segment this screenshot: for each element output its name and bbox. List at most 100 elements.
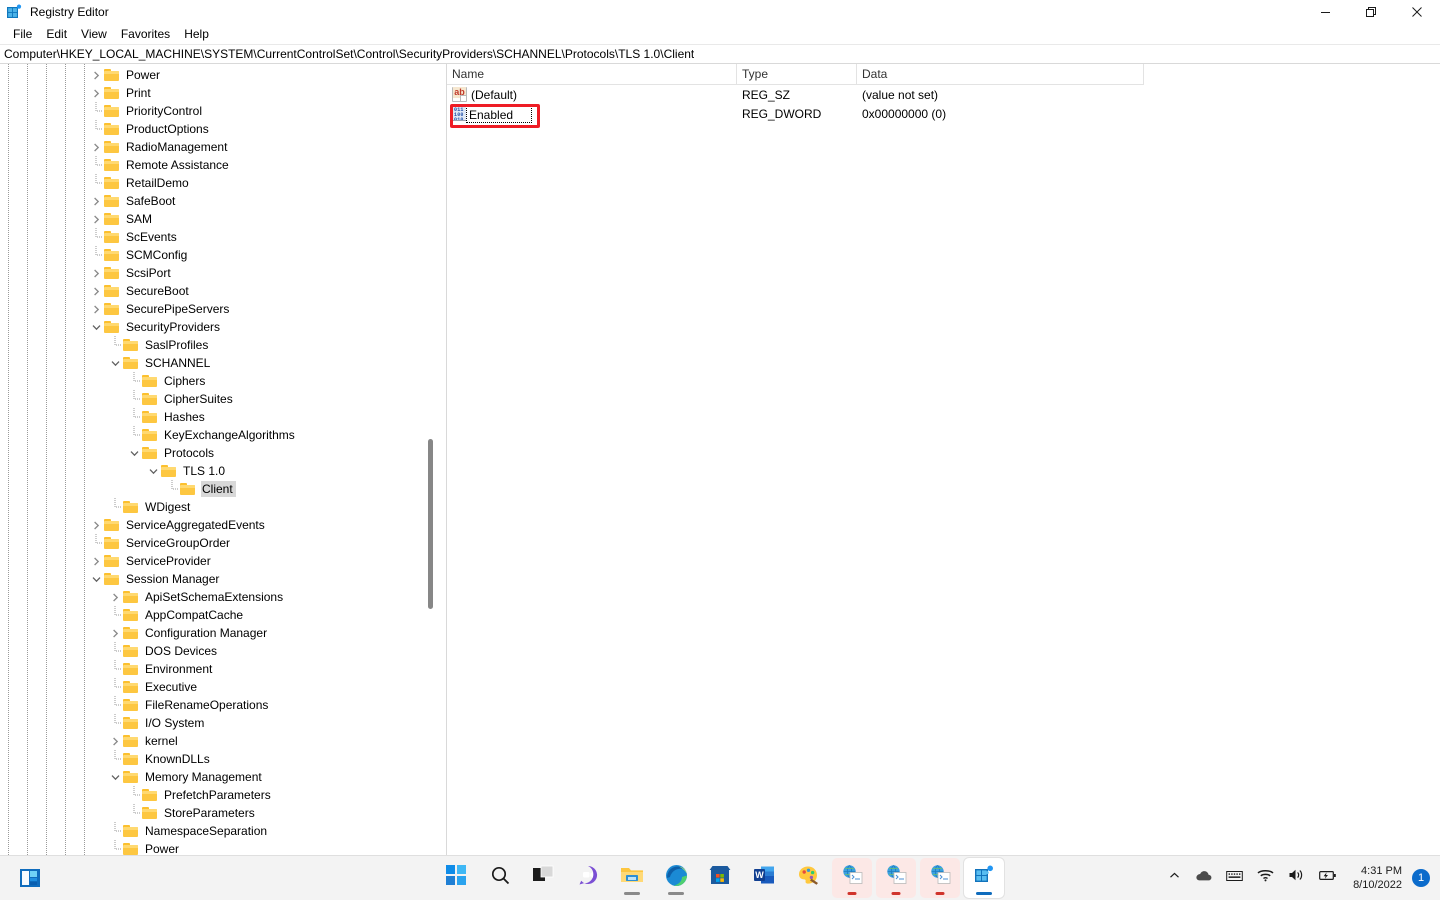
- chevron-down-icon[interactable]: [88, 318, 104, 336]
- chevron-right-icon[interactable]: [107, 624, 123, 642]
- value-name-cell[interactable]: 011 100 010 Enabled: [447, 106, 737, 123]
- close-button[interactable]: [1394, 0, 1440, 24]
- tree-item-configuration-manager[interactable]: Configuration Manager: [0, 624, 430, 642]
- file-explorer-button[interactable]: [612, 858, 652, 898]
- tree-item-dos-devices[interactable]: DOS Devices: [0, 642, 430, 660]
- restore-button[interactable]: [1348, 0, 1394, 24]
- onedrive-button[interactable]: [1188, 860, 1219, 896]
- tree-item-i-o-system[interactable]: I/O System: [0, 714, 430, 732]
- tree-item-tls-1-0[interactable]: TLS 1.0: [0, 462, 430, 480]
- clock[interactable]: 4:31 PM 8/10/2022: [1345, 860, 1410, 896]
- chevron-right-icon[interactable]: [88, 84, 104, 102]
- tree-item-secureboot[interactable]: SecureBoot: [0, 282, 430, 300]
- tree-item-remote-assistance[interactable]: Remote Assistance: [0, 156, 430, 174]
- tree-item-apisetschemaextensions[interactable]: ApiSetSchemaExtensions: [0, 588, 430, 606]
- value-row[interactable]: 011 100 010 Enabled REG_DWORD 0x00000000 (0): [447, 104, 1440, 123]
- tree-item-knowndlls[interactable]: KnownDLLs: [0, 750, 430, 768]
- chevron-right-icon[interactable]: [88, 516, 104, 534]
- start-button[interactable]: [436, 858, 476, 898]
- tree-item-filerenameoperations[interactable]: FileRenameOperations: [0, 696, 430, 714]
- ime-keyboard-button[interactable]: [1219, 860, 1250, 896]
- tree-item-radiomanagement[interactable]: RadioManagement: [0, 138, 430, 156]
- tree-item-appcompatcache[interactable]: AppCompatCache: [0, 606, 430, 624]
- tree-item-serviceaggregatedevents[interactable]: ServiceAggregatedEvents: [0, 516, 430, 534]
- tree-item-safeboot[interactable]: SafeBoot: [0, 192, 430, 210]
- tree-item-keyexchangealgorithms[interactable]: KeyExchangeAlgorithms: [0, 426, 430, 444]
- chevron-down-icon[interactable]: [126, 444, 142, 462]
- tree-item-retaildemo[interactable]: RetailDemo: [0, 174, 430, 192]
- chevron-right-icon[interactable]: [107, 732, 123, 750]
- wifi-button[interactable]: [1250, 860, 1281, 896]
- tree-item-prioritycontrol[interactable]: PriorityControl: [0, 102, 430, 120]
- tree-item-session-manager[interactable]: Session Manager: [0, 570, 430, 588]
- chevron-right-icon[interactable]: [88, 138, 104, 156]
- show-hidden-icons-button[interactable]: [1161, 860, 1188, 896]
- tree-item-print[interactable]: Print: [0, 84, 430, 102]
- tree-item-prefetchparameters[interactable]: PrefetchParameters: [0, 786, 430, 804]
- tree-item-namespaceseparation[interactable]: NamespaceSeparation: [0, 822, 430, 840]
- tree-item-scsiport[interactable]: ScsiPort: [0, 264, 430, 282]
- tree-item-scevents[interactable]: ScEvents: [0, 228, 430, 246]
- value-name-rename-input[interactable]: Enabled: [466, 106, 532, 123]
- registry-editor-button[interactable]: [964, 857, 1004, 898]
- edge-button[interactable]: [656, 858, 696, 898]
- tree-item-power[interactable]: Power: [0, 66, 430, 84]
- tree-item-securepipeservers[interactable]: SecurePipeServers: [0, 300, 430, 318]
- chevron-right-icon[interactable]: [88, 552, 104, 570]
- menu-file[interactable]: File: [6, 25, 39, 43]
- chevron-right-icon[interactable]: [88, 300, 104, 318]
- tree-item-hashes[interactable]: Hashes: [0, 408, 430, 426]
- notification-badge[interactable]: 1: [1412, 868, 1430, 887]
- tree-item-wdigest[interactable]: WDigest: [0, 498, 430, 516]
- tree-item-ciphers[interactable]: Ciphers: [0, 372, 430, 390]
- tree-item-sam[interactable]: SAM: [0, 210, 430, 228]
- chevron-right-icon[interactable]: [88, 282, 104, 300]
- tree-item-schannel[interactable]: SCHANNEL: [0, 354, 430, 372]
- value-name-cell[interactable]: (Default): [447, 87, 737, 102]
- tree-item-saslprofiles[interactable]: SaslProfiles: [0, 336, 430, 354]
- chevron-down-icon[interactable]: [107, 354, 123, 372]
- registry-path[interactable]: Computer\HKEY_LOCAL_MACHINE\SYSTEM\Curre…: [4, 47, 694, 61]
- chevron-right-icon[interactable]: [88, 264, 104, 282]
- chevron-down-icon[interactable]: [107, 768, 123, 786]
- menu-favorites[interactable]: Favorites: [114, 25, 177, 43]
- tree-item-storeparameters[interactable]: StoreParameters: [0, 804, 430, 822]
- menu-edit[interactable]: Edit: [39, 25, 74, 43]
- battery-button[interactable]: [1312, 860, 1345, 896]
- chat-button[interactable]: [568, 858, 608, 898]
- volume-button[interactable]: [1281, 860, 1312, 896]
- chevron-right-icon[interactable]: [88, 210, 104, 228]
- menu-view[interactable]: View: [74, 25, 114, 43]
- tree-vertical-scrollbar[interactable]: [422, 64, 438, 855]
- tree-item-ciphersuites[interactable]: CipherSuites: [0, 390, 430, 408]
- tree-item-memory-management[interactable]: Memory Management: [0, 768, 430, 786]
- html-doc-button-3[interactable]: [920, 857, 960, 898]
- menu-help[interactable]: Help: [177, 25, 216, 43]
- minimize-button[interactable]: [1302, 0, 1348, 24]
- chevron-right-icon[interactable]: [107, 588, 123, 606]
- tree-item-kernel[interactable]: kernel: [0, 732, 430, 750]
- tree-scrollbar-thumb[interactable]: [428, 439, 433, 609]
- tree-item-productoptions[interactable]: ProductOptions: [0, 120, 430, 138]
- chevron-down-icon[interactable]: [88, 570, 104, 588]
- html-doc-button-2[interactable]: [876, 857, 916, 898]
- chevron-down-icon[interactable]: [145, 462, 161, 480]
- tree-item-servicegrouporder[interactable]: ServiceGroupOrder: [0, 534, 430, 552]
- tree-item-scmconfig[interactable]: SCMConfig: [0, 246, 430, 264]
- html-doc-button-1[interactable]: [832, 857, 872, 898]
- tree-item-environment[interactable]: Environment: [0, 660, 430, 678]
- paint-button[interactable]: [788, 858, 828, 898]
- column-header-type[interactable]: Type: [737, 64, 857, 84]
- column-header-data[interactable]: Data: [857, 64, 1144, 84]
- word-button[interactable]: W: [744, 858, 784, 898]
- tree-item-serviceprovider[interactable]: ServiceProvider: [0, 552, 430, 570]
- store-button[interactable]: [700, 858, 740, 898]
- chevron-right-icon[interactable]: [88, 192, 104, 210]
- tree-item-securityproviders[interactable]: SecurityProviders: [0, 318, 430, 336]
- tree-item-power[interactable]: Power: [0, 840, 430, 855]
- address-bar[interactable]: Computer\HKEY_LOCAL_MACHINE\SYSTEM\Curre…: [0, 44, 1440, 64]
- tree-item-protocols[interactable]: Protocols: [0, 444, 430, 462]
- tree-item-executive[interactable]: Executive: [0, 678, 430, 696]
- chevron-right-icon[interactable]: [88, 66, 104, 84]
- task-view-button[interactable]: [524, 858, 564, 898]
